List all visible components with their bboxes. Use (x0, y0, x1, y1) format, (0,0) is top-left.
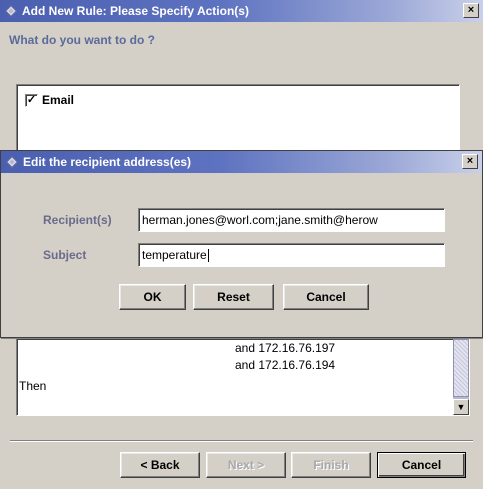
email-label: Email (42, 93, 75, 107)
action-question: What do you want to do ? (9, 33, 155, 47)
scrollbar-track[interactable] (453, 339, 469, 397)
rule-line: and 172.16.76.197 (235, 341, 336, 355)
close-button[interactable]: × (463, 3, 479, 18)
rule-summary-textarea[interactable]: and 172.16.76.197 and 172.16.76.194 Then… (16, 338, 470, 416)
recipients-input[interactable]: herman.jones@worl.com;jane.smith@herow (138, 208, 445, 232)
add-rule-title: Add New Rule: Please Specify Action(s) (22, 4, 249, 18)
action-email-row[interactable]: ✓ Email (25, 93, 74, 107)
java-app-icon (5, 5, 17, 17)
rule-line-then: Then (19, 379, 47, 393)
dialog-cancel-button[interactable]: Cancel (283, 284, 369, 310)
subject-input[interactable]: temperature (138, 243, 445, 267)
close-button[interactable]: × (462, 154, 478, 169)
cancel-button[interactable]: Cancel (377, 452, 466, 478)
recipients-value: herman.jones@worl.com;jane.smith@herow (142, 213, 378, 227)
email-checkbox[interactable]: ✓ (25, 93, 38, 107)
add-rule-titlebar[interactable]: Add New Rule: Please Specify Action(s) × (0, 0, 483, 22)
rule-line: and 172.16.76.194 (235, 358, 336, 372)
next-button[interactable]: Next > (206, 452, 286, 478)
rule-scrollbar[interactable]: ▼ (453, 339, 469, 415)
ok-button[interactable]: OK (119, 284, 186, 310)
text-caret (207, 249, 209, 263)
recipients-label: Recipient(s) (43, 213, 112, 227)
divider (10, 440, 473, 442)
finish-button[interactable]: Finish (291, 452, 371, 478)
reset-button[interactable]: Reset (193, 284, 274, 310)
java-app-icon (6, 156, 18, 168)
subject-label: Subject (43, 248, 87, 262)
scroll-down-arrow-icon[interactable]: ▼ (453, 399, 469, 415)
subject-value: temperature (142, 248, 207, 262)
back-button[interactable]: < Back (120, 452, 200, 478)
edit-recipients-dialog: Edit the recipient address(es) × Recipie… (0, 150, 483, 338)
edit-recipients-titlebar[interactable]: Edit the recipient address(es) × (1, 151, 482, 173)
edit-recipients-title: Edit the recipient address(es) (23, 155, 192, 169)
